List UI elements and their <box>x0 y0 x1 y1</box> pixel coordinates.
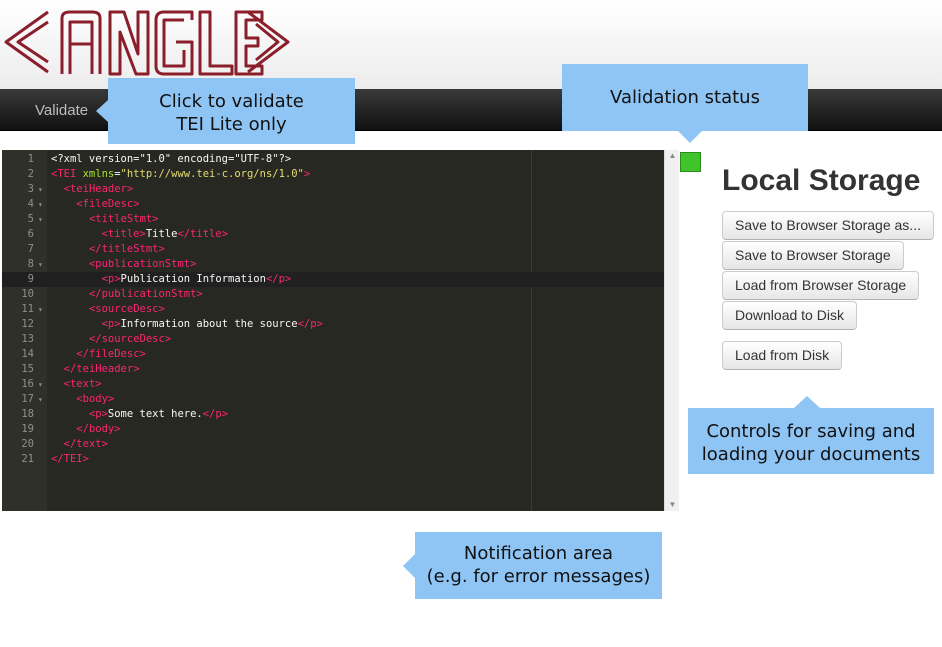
line-number: 15 <box>21 363 34 375</box>
download-to-disk-button[interactable]: Download to Disk <box>722 301 857 330</box>
code-text: </publicationStmt> <box>88 288 203 300</box>
line-number: 13 <box>21 333 34 345</box>
line-number: 11 <box>21 303 34 315</box>
angles-logo <box>4 10 290 76</box>
code-line[interactable]: 20 </text> <box>2 437 664 452</box>
callout-validate: Click to validate TEI Lite only <box>108 78 355 144</box>
line-number: 6 <box>27 228 34 240</box>
load-from-browser-storage-button[interactable]: Load from Browser Storage <box>722 271 920 300</box>
code-text: <sourceDesc> <box>88 303 165 315</box>
code-text: </fileDesc> <box>76 348 146 360</box>
code-line[interactable]: 10 </publicationStmt> <box>2 287 664 302</box>
line-number: 8 <box>27 258 34 270</box>
code-line[interactable]: 7 </titleStmt> <box>2 242 664 257</box>
line-number: 18 <box>21 408 34 420</box>
code-text: <p>Information about the source</p> <box>101 318 323 330</box>
line-number: 12 <box>21 318 34 330</box>
callout-controls-pointer <box>794 396 820 408</box>
code-line[interactable]: 4 ▾ <fileDesc> <box>2 197 664 212</box>
code-line[interactable]: 6 <title>Title</title> <box>2 227 664 242</box>
line-number: 10 <box>21 288 34 300</box>
fold-toggle-icon[interactable]: ▾ <box>38 197 43 212</box>
code-text: </body> <box>76 423 121 435</box>
load-from-disk-button[interactable]: Load from Disk <box>722 341 843 370</box>
local-storage-title: Local Storage <box>722 164 921 197</box>
code-line[interactable]: 5 ▾ <titleStmt> <box>2 212 664 227</box>
callout-controls-line2: loading your documents <box>701 444 921 465</box>
code-line[interactable]: 1 <?xml version="1.0" encoding="UTF-8"?> <box>2 152 664 167</box>
fold-toggle-icon[interactable]: ▾ <box>38 257 43 272</box>
callout-controls-line1: Controls for saving and <box>706 421 916 442</box>
line-number: 17 <box>21 393 34 405</box>
code-line[interactable]: 12 <p>Information about the source</p> <box>2 317 664 332</box>
line-number: 16 <box>21 378 34 390</box>
code-text: <teiHeader> <box>63 183 134 195</box>
fold-toggle-icon[interactable]: ▾ <box>38 302 43 317</box>
callout-notification-pointer <box>403 554 415 578</box>
scroll-down-arrow-icon[interactable]: ▼ <box>665 499 680 511</box>
angles-editor-page: Validate 1 <?xml version="1.0" encoding="… <box>0 0 942 647</box>
code-text: </text> <box>63 438 108 450</box>
callout-notification-line1: Notification area <box>463 543 614 564</box>
line-number: 19 <box>21 423 34 435</box>
code-line[interactable]: 14 </fileDesc> <box>2 347 664 362</box>
code-text: <p>Publication Information</p> <box>101 273 292 285</box>
callout-controls: Controls for saving and loading your doc… <box>688 408 934 474</box>
code-text: <text> <box>63 378 102 390</box>
line-number: 7 <box>27 243 34 255</box>
callout-notification-line2: (e.g. for error messages) <box>426 566 651 587</box>
validation-status-indicator <box>680 152 701 172</box>
line-number: 5 <box>27 213 34 225</box>
code-text: <p>Some text here.</p> <box>88 408 229 420</box>
code-text: </teiHeader> <box>63 363 140 375</box>
code-line[interactable]: 8 ▾ <publicationStmt> <box>2 257 664 272</box>
line-number: 9 <box>27 273 34 285</box>
code-line[interactable]: 11 ▾ <sourceDesc> <box>2 302 664 317</box>
line-number: 2 <box>27 168 34 180</box>
code-text: <titleStmt> <box>88 213 159 225</box>
editor-scrollbar[interactable]: ▲ ▼ <box>664 150 679 511</box>
line-number: 14 <box>21 348 34 360</box>
callout-validate-line2: TEI Lite only <box>176 114 287 135</box>
code-line[interactable]: 18 <p>Some text here.</p> <box>2 407 664 422</box>
code-text: <body> <box>76 393 115 405</box>
callout-validate-line1: Click to validate <box>159 91 304 112</box>
save-to-browser-storage-button[interactable]: Save to Browser Storage <box>722 241 904 270</box>
callout-validation-status: Validation status <box>562 64 808 131</box>
code-text: </titleStmt> <box>88 243 165 255</box>
line-number: 20 <box>21 438 34 450</box>
fold-toggle-icon[interactable]: ▾ <box>38 212 43 227</box>
save-to-browser-storage-as-button[interactable]: Save to Browser Storage as... <box>722 211 934 240</box>
fold-toggle-icon[interactable]: ▾ <box>38 182 43 197</box>
line-number: 1 <box>27 153 34 165</box>
xml-code-editor[interactable]: 1 <?xml version="1.0" encoding="UTF-8"?> 2… <box>2 150 664 511</box>
line-number: 3 <box>27 183 34 195</box>
code-line[interactable]: 15 </teiHeader> <box>2 362 664 377</box>
line-number: 21 <box>21 453 34 465</box>
fold-toggle-icon[interactable]: ▾ <box>38 392 43 407</box>
code-text: </TEI> <box>51 453 89 465</box>
callout-validate-pointer <box>96 100 108 122</box>
code-line[interactable]: 21 </TEI> <box>2 452 664 467</box>
code-text: <?xml version="1.0" encoding="UTF-8"?> <box>51 153 292 165</box>
callout-status-pointer <box>678 131 702 143</box>
callout-status-text: Validation status <box>610 87 760 108</box>
code-line[interactable]: 3 ▾ <teiHeader> <box>2 182 664 197</box>
code-line[interactable]: 13 </sourceDesc> <box>2 332 664 347</box>
line-number: 4 <box>27 198 34 210</box>
code-text: <publicationStmt> <box>88 258 197 270</box>
code-text: <TEI xmlns="http://www.tei-c.org/ns/1.0"… <box>51 168 311 180</box>
code-line[interactable]: 17 ▾ <body> <box>2 392 664 407</box>
code-line[interactable]: 2 <TEI xmlns="http://www.tei-c.org/ns/1.0… <box>2 167 664 182</box>
scroll-up-arrow-icon[interactable]: ▲ <box>665 150 680 162</box>
fold-toggle-icon[interactable]: ▾ <box>38 377 43 392</box>
code-line[interactable]: 16 ▾ <text> <box>2 377 664 392</box>
code-line[interactable]: 9 <p>Publication Information</p> <box>2 272 664 287</box>
code-text: <fileDesc> <box>76 198 140 210</box>
code-line[interactable]: 19 </body> <box>2 422 664 437</box>
validate-link[interactable]: Validate <box>35 102 88 119</box>
code-text: <title>Title</title> <box>101 228 229 240</box>
callout-notification: Notification area (e.g. for error messag… <box>415 532 662 599</box>
code-text: </sourceDesc> <box>88 333 172 345</box>
